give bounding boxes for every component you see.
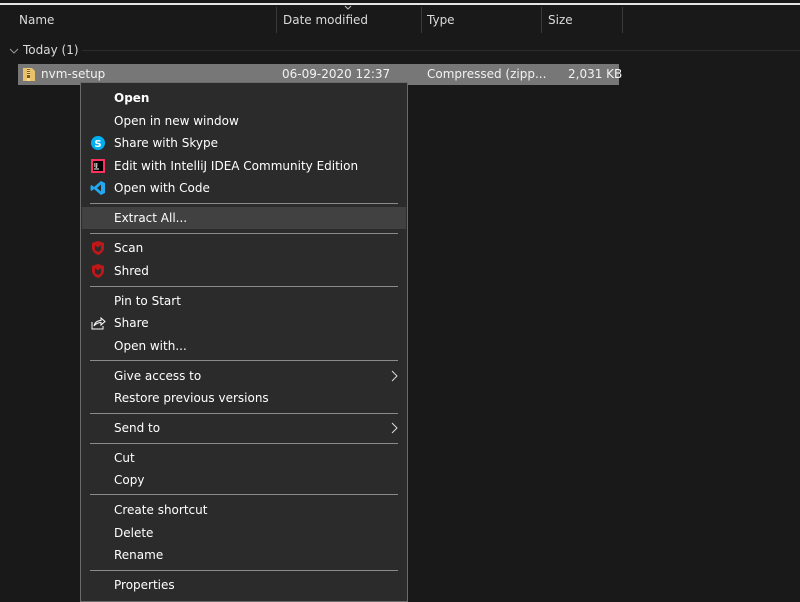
menu-item-label: Pin to Start — [114, 294, 181, 308]
column-header-size[interactable]: Size — [548, 7, 573, 33]
menu-item-label: Rename — [114, 548, 164, 562]
menu-separator — [90, 360, 398, 361]
menu-item-properties[interactable]: Properties — [82, 574, 406, 596]
column-header-date-modified[interactable]: Date modified — [283, 7, 368, 33]
skype-icon: S — [91, 136, 105, 150]
file-type: Compressed (zipp... — [427, 67, 547, 81]
context-menu: Open Open in new window S Share with Sky… — [80, 82, 408, 602]
chevron-right-icon — [391, 422, 398, 434]
mcafee-shield-icon — [92, 264, 104, 278]
menu-item-share[interactable]: Share — [82, 312, 406, 334]
menu-item-label: Edit with IntelliJ IDEA Community Editio… — [114, 159, 359, 173]
chevron-right-icon — [391, 370, 398, 382]
menu-item-open-new-window[interactable]: Open in new window — [82, 110, 406, 132]
menu-item-copy[interactable]: Copy — [82, 469, 406, 491]
menu-item-rename[interactable]: Rename — [82, 544, 406, 566]
svg-text:IJ: IJ — [94, 163, 98, 169]
menu-item-edit-intellij[interactable]: IJ Edit with IntelliJ IDEA Community Edi… — [82, 155, 406, 177]
menu-item-share-skype[interactable]: S Share with Skype — [82, 132, 406, 154]
menu-item-restore-previous-versions[interactable]: Restore previous versions — [82, 387, 406, 409]
menu-item-label: Open — [114, 91, 150, 105]
column-divider[interactable] — [541, 7, 542, 33]
column-header-type[interactable]: Type — [427, 7, 455, 33]
mcafee-shield-icon — [92, 241, 104, 255]
menu-item-label: Create shortcut — [114, 503, 208, 517]
menu-item-open-with-code[interactable]: Open with Code — [82, 177, 406, 199]
group-divider — [82, 50, 800, 51]
menu-item-label: Share with Skype — [114, 136, 218, 150]
menu-item-label: Properties — [114, 578, 175, 592]
menu-separator — [90, 443, 398, 444]
chevron-down-icon — [9, 48, 19, 54]
menu-item-label: Share — [114, 316, 149, 330]
column-header-bar: Name Date modified Type Size — [0, 5, 800, 33]
menu-separator — [90, 494, 398, 495]
menu-item-label: Scan — [114, 241, 144, 255]
menu-separator — [90, 570, 398, 571]
menu-item-give-access[interactable]: Give access to — [82, 365, 406, 387]
menu-item-label: Open with... — [114, 339, 187, 353]
menu-separator — [90, 286, 398, 287]
menu-item-send-to[interactable]: Send to — [82, 417, 406, 439]
menu-item-create-shortcut[interactable]: Create shortcut — [82, 499, 406, 521]
menu-item-cut[interactable]: Cut — [82, 447, 406, 469]
menu-item-label: Send to — [114, 421, 161, 435]
menu-item-label: Open in new window — [114, 114, 239, 128]
svg-text:S: S — [94, 139, 101, 150]
menu-item-open-with[interactable]: Open with... — [82, 335, 406, 357]
zip-folder-icon — [23, 68, 35, 81]
menu-separator — [90, 233, 398, 234]
column-divider[interactable] — [622, 7, 623, 33]
column-divider[interactable] — [276, 7, 277, 33]
menu-item-scan[interactable]: Scan — [82, 237, 406, 259]
menu-item-open[interactable]: Open — [82, 87, 406, 109]
intellij-icon: IJ — [91, 159, 105, 173]
menu-item-label: Restore previous versions — [114, 391, 269, 405]
menu-item-pin-to-start[interactable]: Pin to Start — [82, 290, 406, 312]
column-header-name[interactable]: Name — [19, 7, 54, 33]
menu-item-delete[interactable]: Delete — [82, 522, 406, 544]
vscode-icon — [90, 181, 105, 195]
menu-separator — [90, 203, 398, 204]
menu-item-label: Open with Code — [114, 181, 210, 195]
menu-item-label: Cut — [114, 451, 135, 465]
menu-separator — [90, 413, 398, 414]
menu-item-label: Copy — [114, 473, 145, 487]
file-size: 2,031 KB — [568, 67, 623, 81]
menu-item-label: Shred — [114, 264, 149, 278]
menu-item-label: Extract All... — [114, 211, 188, 225]
window-top-border — [0, 3, 800, 5]
group-label: Today (1) — [23, 43, 79, 57]
menu-item-label: Give access to — [114, 369, 202, 383]
share-icon — [91, 316, 106, 330]
column-divider[interactable] — [421, 7, 422, 33]
group-header-today[interactable]: Today (1) — [8, 42, 79, 58]
menu-item-extract-all[interactable]: Extract All... — [82, 207, 406, 229]
menu-item-shred[interactable]: Shred — [82, 260, 406, 282]
menu-item-label: Delete — [114, 526, 154, 540]
